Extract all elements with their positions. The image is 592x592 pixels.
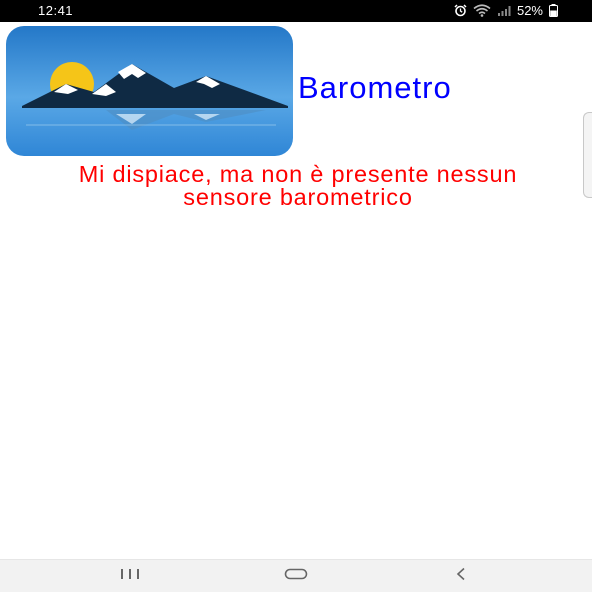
home-icon (284, 567, 308, 585)
wifi-icon (473, 4, 491, 17)
recents-button[interactable] (110, 566, 150, 586)
recents-icon (119, 567, 141, 585)
back-icon (455, 567, 467, 586)
status-bar: 12:41 52% (0, 0, 592, 22)
app-title: Barometro (298, 70, 452, 105)
battery-icon (549, 4, 558, 17)
status-time: 12:41 (38, 3, 74, 18)
home-button[interactable] (276, 566, 316, 586)
screen: 12:41 52% Barometro Mi dispiace, ma non … (0, 0, 592, 592)
edge-panel-handle[interactable] (583, 112, 592, 198)
navigation-bar (0, 559, 592, 592)
status-icons: 52% (454, 3, 558, 18)
back-button[interactable] (441, 566, 481, 586)
battery-percent: 52% (516, 3, 543, 18)
no-sensor-message: Mi dispiace, ma non è presente nessun se… (78, 161, 518, 210)
signal-icon (497, 5, 511, 17)
alarm-icon (454, 4, 467, 17)
mountain-lake-sun-icon (6, 26, 293, 156)
